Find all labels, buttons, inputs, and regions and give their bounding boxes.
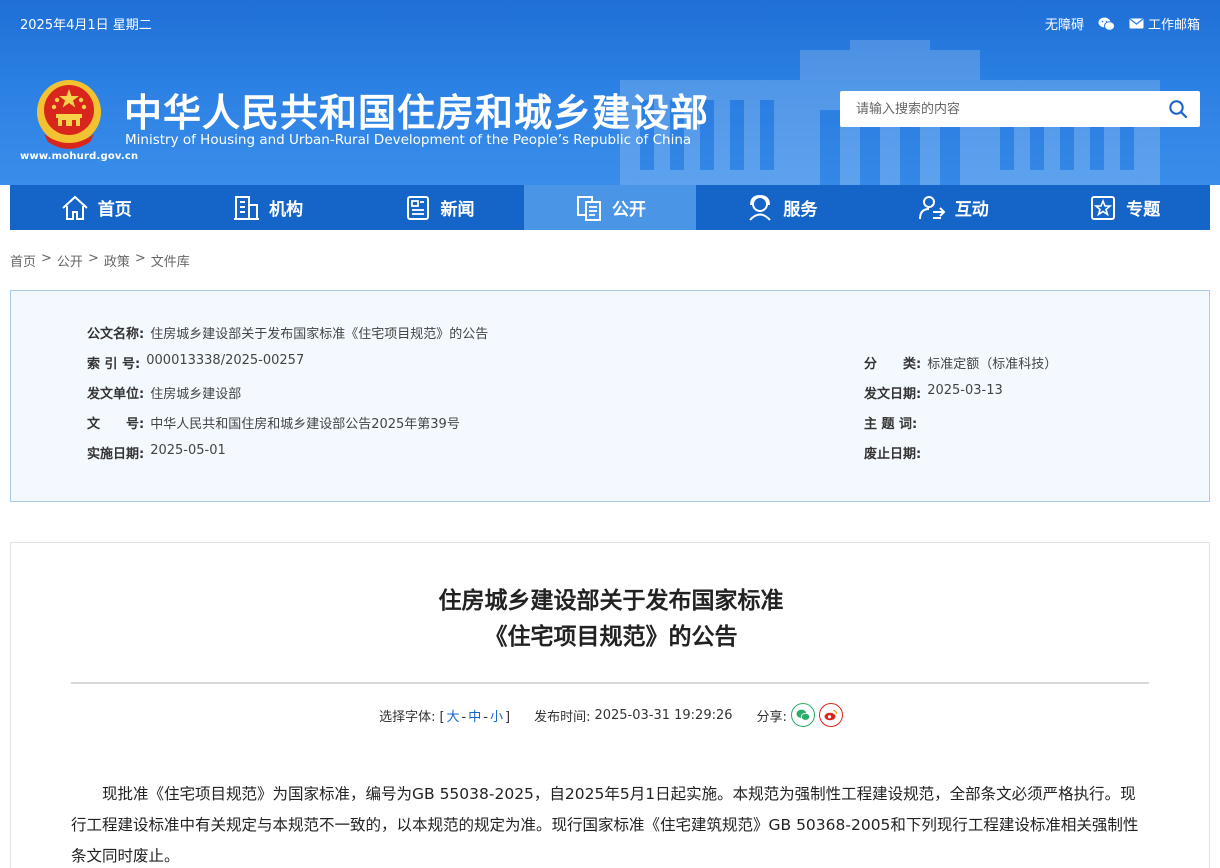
document-name: 住房城乡建设部关于发布国家标准《住宅项目规范》的公告 (150, 327, 489, 342)
info-row-docno: 文 号: 中华人民共和国住房和城乡建设部公告2025年第39号 (87, 413, 460, 432)
site-title-english: Ministry of Housing and Urban-Rural Deve… (125, 132, 692, 148)
search-input[interactable] (840, 91, 1156, 127)
nav-label: 互动 (954, 200, 989, 220)
nav-label: 服务 (783, 200, 818, 220)
nav-label: 专题 (1126, 200, 1161, 220)
nav-item-public[interactable]: 公开 (524, 185, 696, 230)
info-row-category: 分 类: 标准定额（标准科技） (864, 353, 1057, 372)
document-icon (576, 195, 601, 221)
article-body: 现批准《住宅项目规范》为国家标准，编号为GB 55038-2025，自2025年… (71, 779, 1151, 868)
national-emblem-icon (37, 80, 101, 149)
publish-time: 2025-03-31 19:29:26 (594, 707, 733, 723)
share-wechat-button[interactable] (790, 703, 815, 727)
share-weibo-button[interactable] (818, 703, 843, 727)
info-row-issue-date: 发文日期: 2025-03-13 (864, 383, 1003, 402)
info-label: 发文单位: (87, 387, 145, 402)
info-label: 废止日期: (864, 447, 922, 462)
nav-item-news[interactable]: 新闻 (353, 185, 524, 230)
info-row-index: 索 引 号: 000013338/2025-00257 (87, 353, 304, 372)
info-label: 文 号: (87, 417, 145, 432)
nav-label: 机构 (269, 200, 304, 220)
info-label: 索 引 号: (87, 357, 141, 372)
info-row-issuer: 发文单位: 住房城乡建设部 (87, 383, 241, 402)
nav-item-topics[interactable]: 专题 (1039, 185, 1210, 230)
article-title: 住房城乡建设部关于发布国家标准 《住宅项目规范》的公告 (11, 583, 1211, 655)
nav-item-organization[interactable]: 机构 (181, 185, 352, 230)
service-icon (749, 194, 772, 221)
share-label: 分享: (756, 709, 787, 725)
news-icon (406, 195, 429, 220)
title-divider (71, 682, 1149, 684)
issuer-value: 住房城乡建设部 (150, 387, 242, 402)
weibo-icon (824, 709, 838, 721)
font-size-large[interactable]: 大 (447, 710, 460, 725)
breadcrumb: 首页 > 公开 > 政策 > 文件库 (10, 251, 190, 270)
nav-item-interaction[interactable]: 互动 (867, 185, 1038, 230)
topbar-links: 无障碍 工作邮箱 (1045, 14, 1200, 33)
info-label: 公文名称: (87, 327, 145, 342)
nav-item-service[interactable]: 服务 (696, 185, 867, 230)
accessibility-link[interactable]: 无障碍 (1045, 14, 1084, 33)
work-mail-link[interactable]: 工作邮箱 (1129, 14, 1200, 33)
nav-label: 公开 (611, 200, 646, 220)
search-icon (1169, 100, 1188, 119)
document-number: 中华人民共和国住房和城乡建设部公告2025年第39号 (150, 417, 460, 432)
index-number: 000013338/2025-00257 (146, 353, 305, 368)
publish-time-label: 发布时间: (534, 709, 591, 725)
site-title: 中华人民共和国住房和城乡建设部 (124, 91, 710, 135)
nav-label: 首页 (97, 200, 132, 220)
article-title-line: 《住宅项目规范》的公告 (484, 624, 738, 650)
article-title-line: 住房城乡建设部关于发布国家标准 (438, 588, 784, 614)
info-label: 主 题 词: (864, 417, 918, 432)
info-label: 发文日期: (864, 387, 922, 402)
font-size-small[interactable]: 小 (490, 710, 503, 725)
site-url: www.mohurd.gov.cn (20, 151, 139, 162)
font-size-medium[interactable]: 中 (468, 710, 481, 725)
breadcrumb-separator: > (41, 251, 52, 266)
article-meta: 选择字体: [大 - 中 - 小] 发布时间: 2025-03-31 19:29:26 … (11, 703, 1211, 727)
search-button[interactable] (1156, 91, 1200, 127)
building-icon (234, 195, 260, 220)
nav-label: 新闻 (440, 200, 475, 220)
document-info-box: 公文名称: 住房城乡建设部关于发布国家标准《住宅项目规范》的公告 索 引 号: … (10, 290, 1210, 502)
info-row-subject: 主 题 词: (864, 413, 923, 432)
nav-item-home[interactable]: 首页 (10, 185, 181, 230)
issue-date-value: 2025-03-13 (927, 383, 1003, 398)
breadcrumb-policy[interactable]: 政策 (104, 251, 130, 270)
font-size-label: 选择字体: (379, 709, 436, 725)
breadcrumb-home[interactable]: 首页 (10, 251, 36, 270)
star-icon (1091, 195, 1116, 220)
work-mail-label: 工作邮箱 (1147, 18, 1200, 33)
info-label: 实施日期: (87, 447, 145, 462)
site-header: 2025年4月1日 星期二 无障碍 工作邮箱 www.mohurd.gov.cn… (0, 0, 1220, 185)
wechat-icon[interactable] (1098, 17, 1115, 31)
font-size-selector: [大 - 中 - 小] (439, 709, 511, 725)
article-panel: 住房城乡建设部关于发布国家标准 《住宅项目规范》的公告 选择字体: [大 - 中 - 小… (10, 542, 1210, 868)
info-label: 分 类: (864, 357, 922, 372)
article-paragraph: 现批准《住宅项目规范》为国家标准，编号为GB 55038-2025，自2025年… (71, 785, 1139, 865)
search-box (840, 91, 1200, 127)
info-row-repeal: 废止日期: (864, 443, 927, 462)
info-row-name: 公文名称: 住房城乡建设部关于发布国家标准《住宅项目规范》的公告 (87, 323, 488, 342)
breadcrumb-library[interactable]: 文件库 (151, 251, 190, 270)
wechat-icon (796, 709, 810, 721)
main-nav: 首页 机构 新闻 公开 服务 互动 专题 (10, 185, 1210, 230)
info-row-effective: 实施日期: 2025-05-01 (87, 443, 226, 462)
breadcrumb-public[interactable]: 公开 (57, 251, 83, 270)
interaction-icon (918, 195, 946, 219)
breadcrumb-separator: > (134, 251, 146, 266)
breadcrumb-separator: > (87, 251, 99, 266)
home-icon (62, 195, 88, 220)
category-value: 标准定额（标准科技） (927, 357, 1058, 372)
current-date: 2025年4月1日 星期二 (20, 18, 152, 33)
mail-icon (1129, 18, 1144, 29)
effective-date-value: 2025-05-01 (150, 443, 226, 458)
